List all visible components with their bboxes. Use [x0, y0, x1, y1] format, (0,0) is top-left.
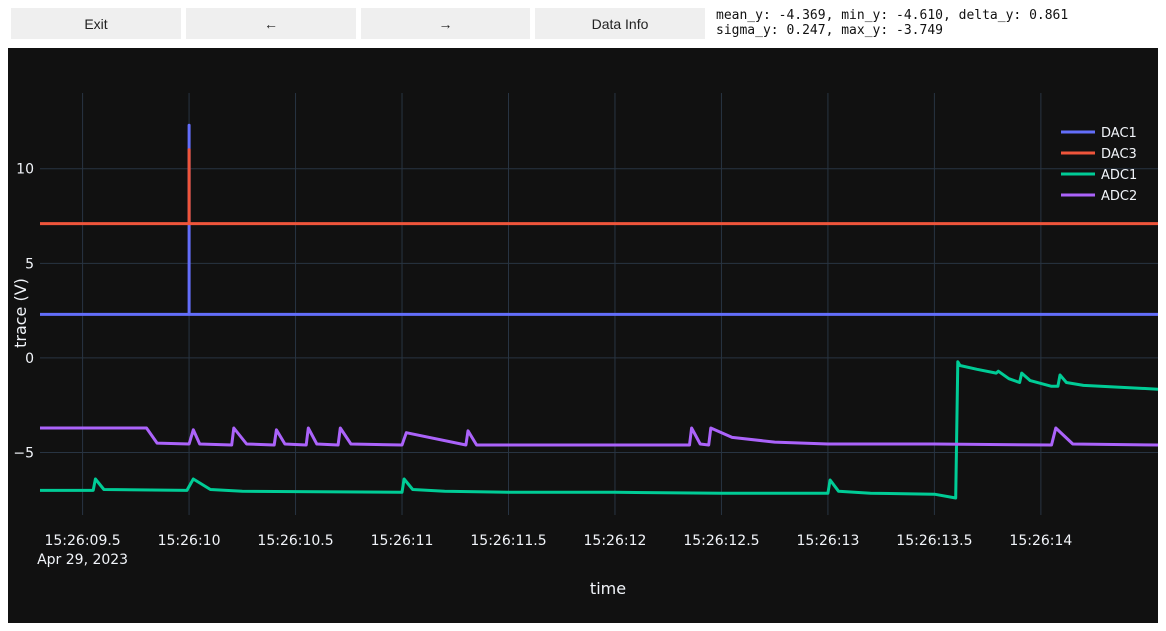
x-tick-label: 15:26:11 — [371, 533, 434, 549]
y-tick-label: 10 — [16, 162, 34, 178]
x-tick-label: 15:26:11.5 — [470, 533, 546, 549]
series-line-dac1 — [40, 123, 1158, 316]
legend-label-adc2: ADC2 — [1101, 189, 1137, 204]
plot-area[interactable]: 15:26:09.5 15:26:10 15:26:10.5 15:26:11 15:2… — [8, 48, 1159, 623]
x-axis-title: time — [590, 579, 626, 598]
series-line-dac3 — [40, 148, 1158, 226]
x-date-label: Apr 29, 2023 — [37, 552, 128, 568]
x-tick-label: 15:26:10 — [158, 533, 221, 549]
y-axis-title: trace (V) — [11, 278, 30, 348]
x-tick-label: 15:26:13 — [796, 533, 859, 549]
y-tick-label: 0 — [25, 351, 34, 367]
line-chart[interactable]: 15:26:09.5 15:26:10 15:26:10.5 15:26:11 15:2… — [8, 48, 1159, 623]
forward-button[interactable]: → — [361, 8, 530, 39]
exit-button[interactable]: Exit — [11, 8, 181, 39]
x-tick-label: 15:26:12.5 — [683, 533, 759, 549]
stats-readout: mean_y: -4.369, min_y: -4.610, delta_y: … — [716, 8, 1068, 38]
y-tick-label: 5 — [25, 256, 34, 272]
legend-label-dac3: DAC3 — [1101, 147, 1137, 162]
series-line-adc1 — [40, 360, 1159, 500]
y-tick-label: −5 — [13, 446, 34, 462]
data-info-button[interactable]: Data Info — [535, 8, 705, 39]
toolbar: Exit ← → Data Info mean_y: -4.369, min_y… — [0, 0, 1166, 48]
x-tick-label: 15:26:14 — [1009, 533, 1072, 549]
stats-line-2: sigma_y: 0.247, max_y: -3.749 — [716, 23, 943, 38]
legend-label-dac1: DAC1 — [1101, 126, 1137, 141]
x-tick-label: 15:26:09.5 — [44, 533, 120, 549]
x-tick-label: 15:26:12 — [584, 533, 647, 549]
legend-label-adc1: ADC1 — [1101, 168, 1137, 183]
back-button[interactable]: ← — [186, 8, 356, 39]
stats-line-1: mean_y: -4.369, min_y: -4.610, delta_y: … — [716, 8, 1069, 23]
x-tick-label: 15:26:13.5 — [896, 533, 972, 549]
x-tick-label: 15:26:10.5 — [257, 533, 333, 549]
series-line-adc2 — [40, 426, 1159, 447]
